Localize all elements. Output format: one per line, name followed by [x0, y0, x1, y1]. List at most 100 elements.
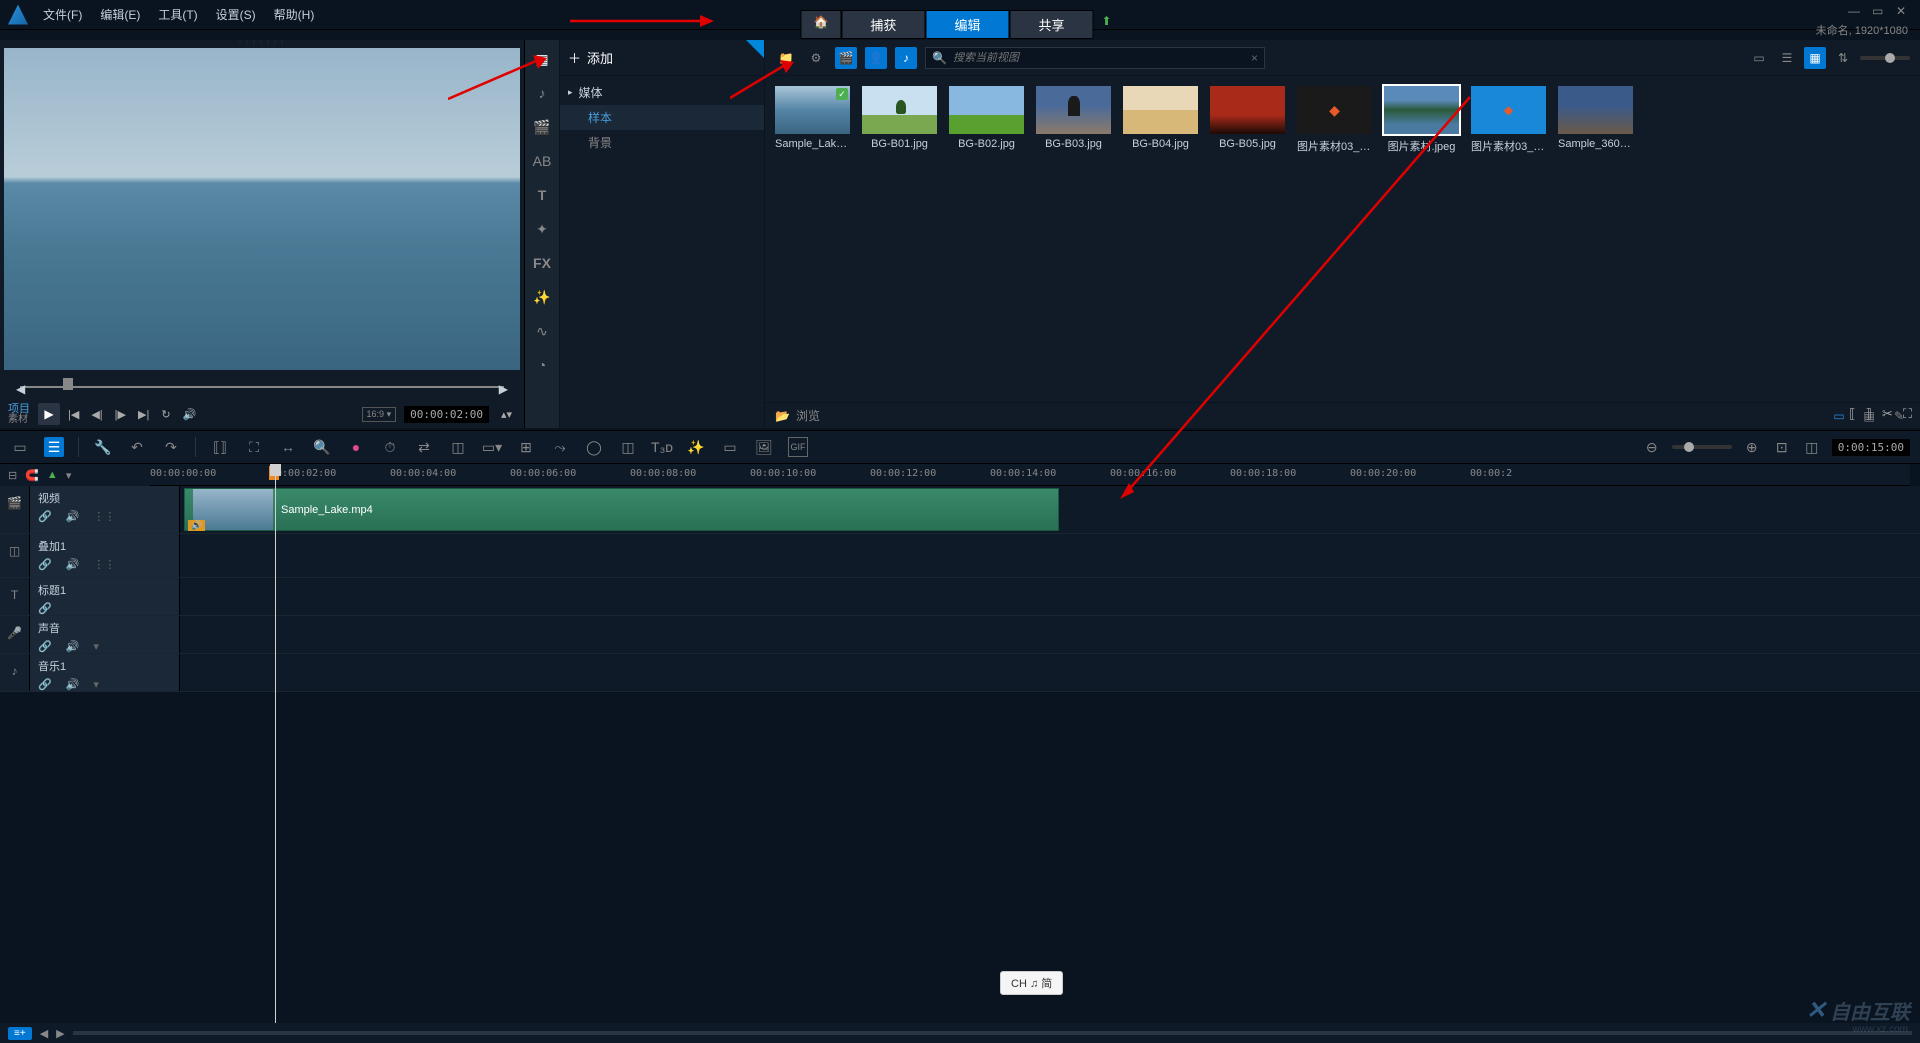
go-end-button[interactable]: ▶|: [134, 406, 153, 423]
view-list-icon[interactable]: ☰: [1776, 47, 1798, 69]
prev-frame-button[interactable]: ◀|: [87, 406, 106, 423]
storyboard-view-icon[interactable]: ▭: [10, 437, 30, 457]
fx-icon[interactable]: ⋮⋮: [93, 558, 115, 571]
tab-share[interactable]: 共享: [1009, 10, 1093, 39]
media-thumbnail[interactable]: [1471, 86, 1546, 134]
menu-edit[interactable]: 编辑(E): [100, 6, 140, 23]
mute-icon[interactable]: 🔊: [66, 510, 80, 523]
timecode-spinner[interactable]: ▴▾: [497, 406, 516, 423]
undo-icon[interactable]: ↶: [127, 437, 147, 457]
tool-motion-icon[interactable]: ⤳: [550, 437, 570, 457]
zoom-slider[interactable]: [1672, 445, 1732, 449]
link-icon[interactable]: 🔗: [38, 558, 52, 571]
media-item[interactable]: 图片素材03_副...: [1297, 86, 1372, 154]
media-item[interactable]: BG-B02.jpg: [949, 86, 1024, 154]
filter-video-icon[interactable]: 🎬: [835, 47, 857, 69]
scroll-left-icon[interactable]: ◀: [40, 1027, 48, 1040]
tool-wrench-icon[interactable]: 🔧: [93, 437, 113, 457]
mark-in-icon[interactable]: ⟦: [1849, 406, 1855, 422]
expand-tracks-icon[interactable]: ▾: [66, 469, 72, 482]
maximize-button[interactable]: ▭: [1872, 4, 1888, 14]
track-video-lane[interactable]: Sample_Lake.mp4 🔊: [180, 486, 1920, 533]
scissors-icon[interactable]: ✂: [1882, 406, 1893, 422]
tool-gif-icon[interactable]: GIF: [788, 437, 808, 457]
expand-icon[interactable]: ⛶: [1903, 406, 1912, 422]
fx-icon[interactable]: ⋮⋮: [93, 510, 115, 523]
link-icon[interactable]: 🔗: [38, 602, 52, 615]
media-thumbnail[interactable]: [1384, 86, 1459, 134]
media-thumbnail[interactable]: [1210, 86, 1285, 134]
search-input[interactable]: [953, 52, 1245, 64]
clip-mode-label[interactable]: 素材: [8, 415, 34, 425]
track-title-header[interactable]: 标题1 🔗: [30, 578, 180, 615]
timeline-view-icon[interactable]: ☰: [44, 437, 64, 457]
zoom-in-icon[interactable]: ⊕: [1742, 437, 1762, 457]
link-icon[interactable]: 🔗: [38, 640, 52, 653]
video-category-icon[interactable]: 🎬: [531, 116, 553, 138]
drag-handle-icon[interactable]: ⋮⋮⋮⋮⋮⋮⋮: [0, 40, 524, 46]
track-voice-header[interactable]: 声音 🔗🔊▾: [30, 616, 180, 653]
gear-icon[interactable]: ⚙: [805, 47, 827, 69]
tool-pic-icon[interactable]: 🖼: [754, 437, 774, 457]
zoom-out-icon[interactable]: ⊖: [1642, 437, 1662, 457]
media-thumbnail[interactable]: [862, 86, 937, 134]
toggle-all-icon[interactable]: ⊟: [8, 469, 17, 482]
meter-icon[interactable]: ◔: [531, 354, 553, 376]
tool-subtitle-icon[interactable]: ✨: [686, 437, 706, 457]
timeline-timecode[interactable]: 0:00:15:00: [1832, 439, 1910, 456]
fx-category-icon[interactable]: FX: [531, 252, 553, 274]
tool-sparkle-icon[interactable]: ▭: [720, 437, 740, 457]
preview-scrubber[interactable]: ◀ ▶: [8, 376, 516, 396]
scroll-right-icon[interactable]: ▶: [56, 1027, 64, 1040]
expand-icon[interactable]: ▾: [93, 640, 99, 653]
aspect-ratio-button[interactable]: 16:9 ▾: [362, 407, 397, 422]
tool-color-icon[interactable]: ●: [346, 437, 366, 457]
media-thumbnail[interactable]: [1123, 86, 1198, 134]
project-mode-label[interactable]: 项目: [8, 404, 30, 415]
tab-capture[interactable]: 捕获: [841, 10, 925, 39]
expand-icon[interactable]: ▾: [93, 678, 99, 691]
track-overlay-lane[interactable]: [180, 534, 1920, 577]
timecode-display[interactable]: 00:00:02:00: [404, 406, 489, 423]
mute-icon[interactable]: 🔊: [66, 640, 80, 653]
track-music-header[interactable]: 音乐1 🔗🔊▾: [30, 654, 180, 691]
media-thumbnail[interactable]: [949, 86, 1024, 134]
sort-icon[interactable]: ⇅: [1832, 47, 1854, 69]
mark-out-icon[interactable]: ⟧: [1866, 406, 1872, 422]
menu-file[interactable]: 文件(F): [43, 6, 82, 23]
media-item[interactable]: 图片素材.jpeg: [1384, 86, 1459, 154]
fit-icon[interactable]: ⊡: [1772, 437, 1792, 457]
link-icon[interactable]: 🔗: [38, 510, 52, 523]
video-clip[interactable]: Sample_Lake.mp4: [184, 488, 1059, 531]
audio-category-icon[interactable]: ♪: [531, 82, 553, 104]
menu-tools[interactable]: 工具(T): [158, 6, 197, 23]
path-category-icon[interactable]: ∿: [531, 320, 553, 342]
title-category-icon[interactable]: T: [531, 184, 553, 206]
magnet-icon[interactable]: 🧲: [25, 469, 39, 482]
media-thumbnail[interactable]: [1036, 86, 1111, 134]
tool-grid-icon[interactable]: ⊞: [516, 437, 536, 457]
footer-icon-1[interactable]: ▭: [1828, 405, 1850, 427]
horizontal-scrollbar[interactable]: [73, 1031, 1912, 1035]
browse-button[interactable]: 📂 浏览: [775, 407, 820, 424]
tool-snapshot-icon[interactable]: ◫: [448, 437, 468, 457]
tree-node-background[interactable]: 背景: [560, 130, 764, 155]
media-item[interactable]: BG-B05.jpg: [1210, 86, 1285, 154]
transition-category-icon[interactable]: AB: [531, 150, 553, 172]
tool-mask-icon[interactable]: ◫: [618, 437, 638, 457]
preview-viewport[interactable]: [4, 48, 520, 370]
redo-icon[interactable]: ↷: [161, 437, 181, 457]
mute-icon[interactable]: 🔊: [66, 558, 80, 571]
clear-search-icon[interactable]: ×: [1251, 51, 1258, 65]
close-button[interactable]: ✕: [1896, 4, 1912, 14]
loop-button[interactable]: ↻: [157, 406, 174, 423]
view-grid-icon[interactable]: ▦: [1804, 47, 1826, 69]
filter-audio-icon[interactable]: ♪: [895, 47, 917, 69]
filter-photo-icon[interactable]: 👤: [865, 47, 887, 69]
tool-zoom-icon[interactable]: 🔍: [312, 437, 332, 457]
track-video-header[interactable]: 视频 🔗 🔊 ⋮⋮: [30, 486, 180, 533]
media-item[interactable]: BG-B01.jpg: [862, 86, 937, 154]
volume-button[interactable]: 🔊: [179, 406, 201, 423]
upload-icon[interactable]: ⬆: [1093, 10, 1119, 39]
import-folder-icon[interactable]: 📁: [775, 47, 797, 69]
